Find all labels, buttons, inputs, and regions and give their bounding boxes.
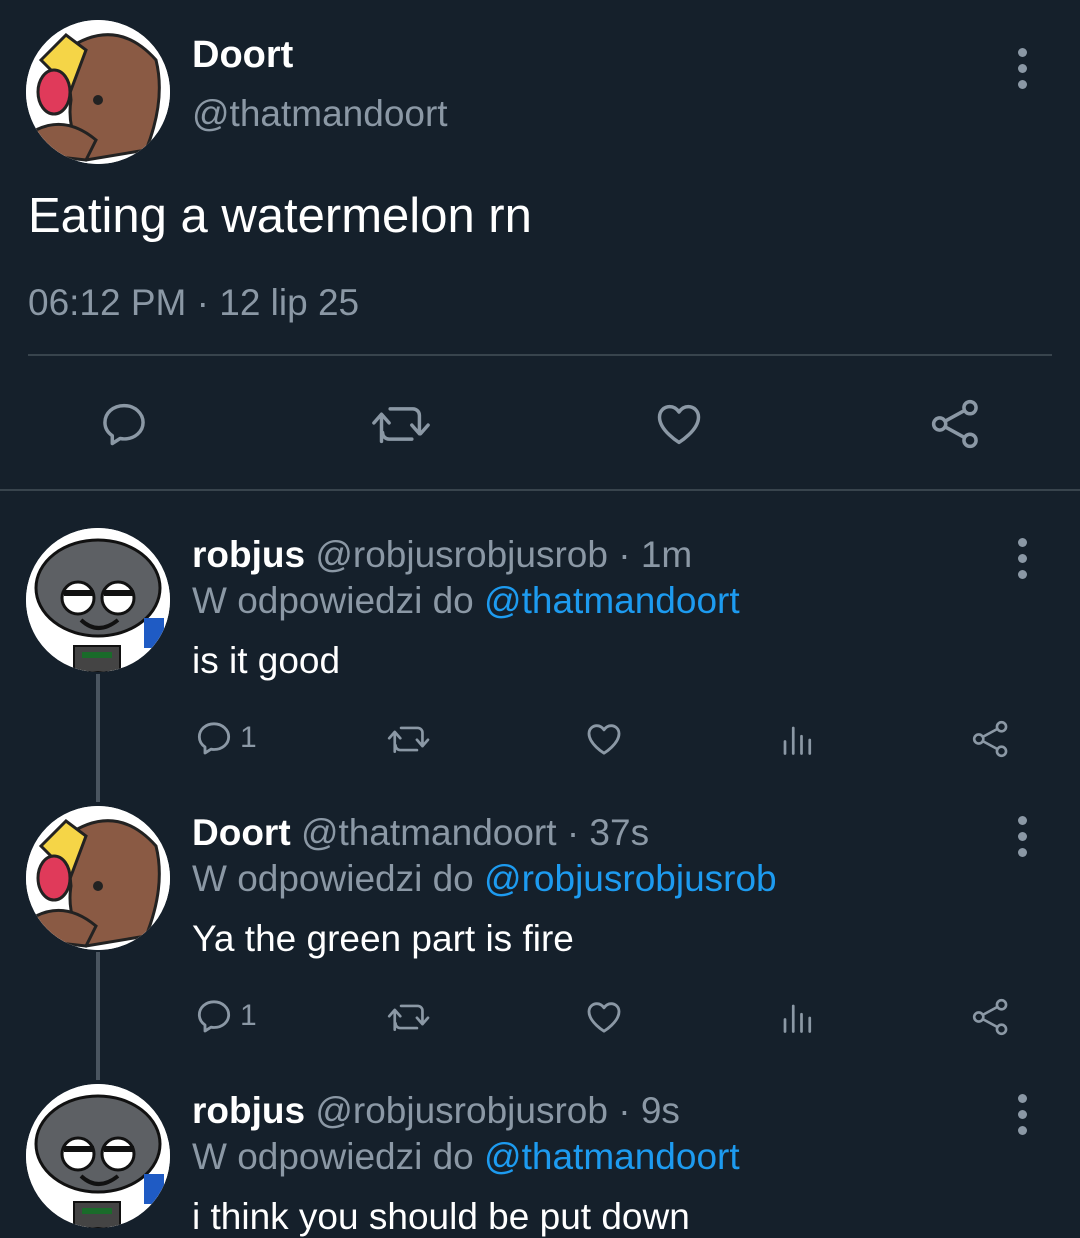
reply-1-header: robjus @robjusrobjusrob · 1m xyxy=(192,534,692,576)
share-icon xyxy=(972,998,1008,1036)
reply-1-share-button[interactable] xyxy=(970,718,1012,760)
main-tweet-divider xyxy=(0,489,1080,491)
retweet-icon xyxy=(372,407,430,444)
doort-avatar[interactable] xyxy=(26,20,170,164)
reply-2-share-button[interactable] xyxy=(970,996,1012,1038)
main-share-button[interactable] xyxy=(928,396,984,452)
reply-3-handle[interactable]: @robjusrobjusrob xyxy=(315,1090,608,1131)
reply-icon xyxy=(197,722,231,755)
reply-1-time[interactable]: 1m xyxy=(641,534,692,575)
heart-icon xyxy=(657,404,701,445)
reply-2-display-name[interactable]: Doort xyxy=(192,812,291,853)
main-display-name[interactable]: Doort xyxy=(192,34,293,77)
more-options-icon[interactable] xyxy=(1016,538,1028,579)
doort-avatar[interactable] xyxy=(26,806,170,950)
reply-2-reply-to-link[interactable]: @robjusrobjusrob xyxy=(484,858,777,899)
reply-1-views-button[interactable] xyxy=(778,722,816,758)
more-options-icon[interactable] xyxy=(1016,1094,1028,1135)
reply-3-separator: · xyxy=(618,1090,631,1131)
reply-1-reply-prefix: W odpowiedzi do xyxy=(192,580,474,621)
reply-3-display-name[interactable]: robjus xyxy=(192,1090,305,1131)
main-handle[interactable]: @thatmandoort xyxy=(192,93,448,135)
main-retweet-button[interactable] xyxy=(370,398,432,450)
retweet-icon xyxy=(387,1004,430,1032)
reply-2-header: Doort @thatmandoort · 37s xyxy=(192,812,649,854)
reply-3-time[interactable]: 9s xyxy=(641,1090,680,1131)
main-reply-button[interactable] xyxy=(98,398,150,450)
reply-2-reply-button[interactable]: 1 xyxy=(194,996,257,1036)
reply-1-retweet-button[interactable] xyxy=(386,720,432,758)
reply-icon xyxy=(103,403,145,446)
more-options-icon[interactable] xyxy=(1016,48,1028,89)
reply-icon xyxy=(197,1000,231,1033)
reply-1-reply-button[interactable]: 1 xyxy=(194,718,257,758)
main-tweet-text: Eating a watermelon rn xyxy=(28,189,532,243)
reply-1-display-name[interactable]: robjus xyxy=(192,534,305,575)
heart-icon xyxy=(587,724,621,755)
reply-3-context: W odpowiedzi do @thatmandoort xyxy=(192,1136,740,1178)
reply-1-handle[interactable]: @robjusrobjusrob xyxy=(315,534,608,575)
reply-2-views-button[interactable] xyxy=(778,1000,816,1036)
reply-1-reply-count: 1 xyxy=(240,721,257,754)
reply-1-separator: · xyxy=(618,534,631,575)
robjus-avatar[interactable] xyxy=(26,1084,170,1228)
reply-3-reply-prefix: W odpowiedzi do xyxy=(192,1136,474,1177)
thread-connector xyxy=(96,674,100,802)
more-options-icon[interactable] xyxy=(1016,816,1028,857)
reply-2-context: W odpowiedzi do @robjusrobjusrob xyxy=(192,858,777,900)
thread-connector xyxy=(96,952,100,1080)
heart-icon xyxy=(587,1002,621,1033)
reply-1-text: is it good xyxy=(192,640,341,681)
reply-2-reply-count: 1 xyxy=(240,999,257,1032)
reply-2-text: Ya the green part is fire xyxy=(192,918,574,959)
robjus-avatar[interactable] xyxy=(26,528,170,672)
reply-1-context: W odpowiedzi do @thatmandoort xyxy=(192,580,740,622)
reply-2-separator: · xyxy=(566,812,580,853)
views-icon xyxy=(783,726,812,755)
views-icon xyxy=(783,1004,812,1033)
reply-2-reply-prefix: W odpowiedzi do xyxy=(192,858,474,899)
retweet-icon xyxy=(387,726,430,754)
reply-2-retweet-button[interactable] xyxy=(386,998,432,1036)
reply-1-like-button[interactable] xyxy=(584,719,624,759)
share-icon xyxy=(972,720,1008,758)
reply-3-reply-to-link[interactable]: @thatmandoort xyxy=(484,1136,740,1177)
reply-1-reply-to-link[interactable]: @thatmandoort xyxy=(484,580,740,621)
timestamp-divider xyxy=(28,354,1052,356)
main-like-button[interactable] xyxy=(652,398,706,450)
share-icon xyxy=(931,399,978,449)
reply-3-header: robjus @robjusrobjusrob · 9s xyxy=(192,1090,680,1132)
main-timestamp[interactable]: 06:12 PM · 12 lip 25 xyxy=(28,282,359,324)
reply-2-like-button[interactable] xyxy=(584,997,624,1037)
reply-2-time[interactable]: 37s xyxy=(589,812,649,853)
reply-2-handle[interactable]: @thatmandoort xyxy=(301,812,557,853)
reply-3-text: i think you should be put down xyxy=(192,1196,690,1237)
